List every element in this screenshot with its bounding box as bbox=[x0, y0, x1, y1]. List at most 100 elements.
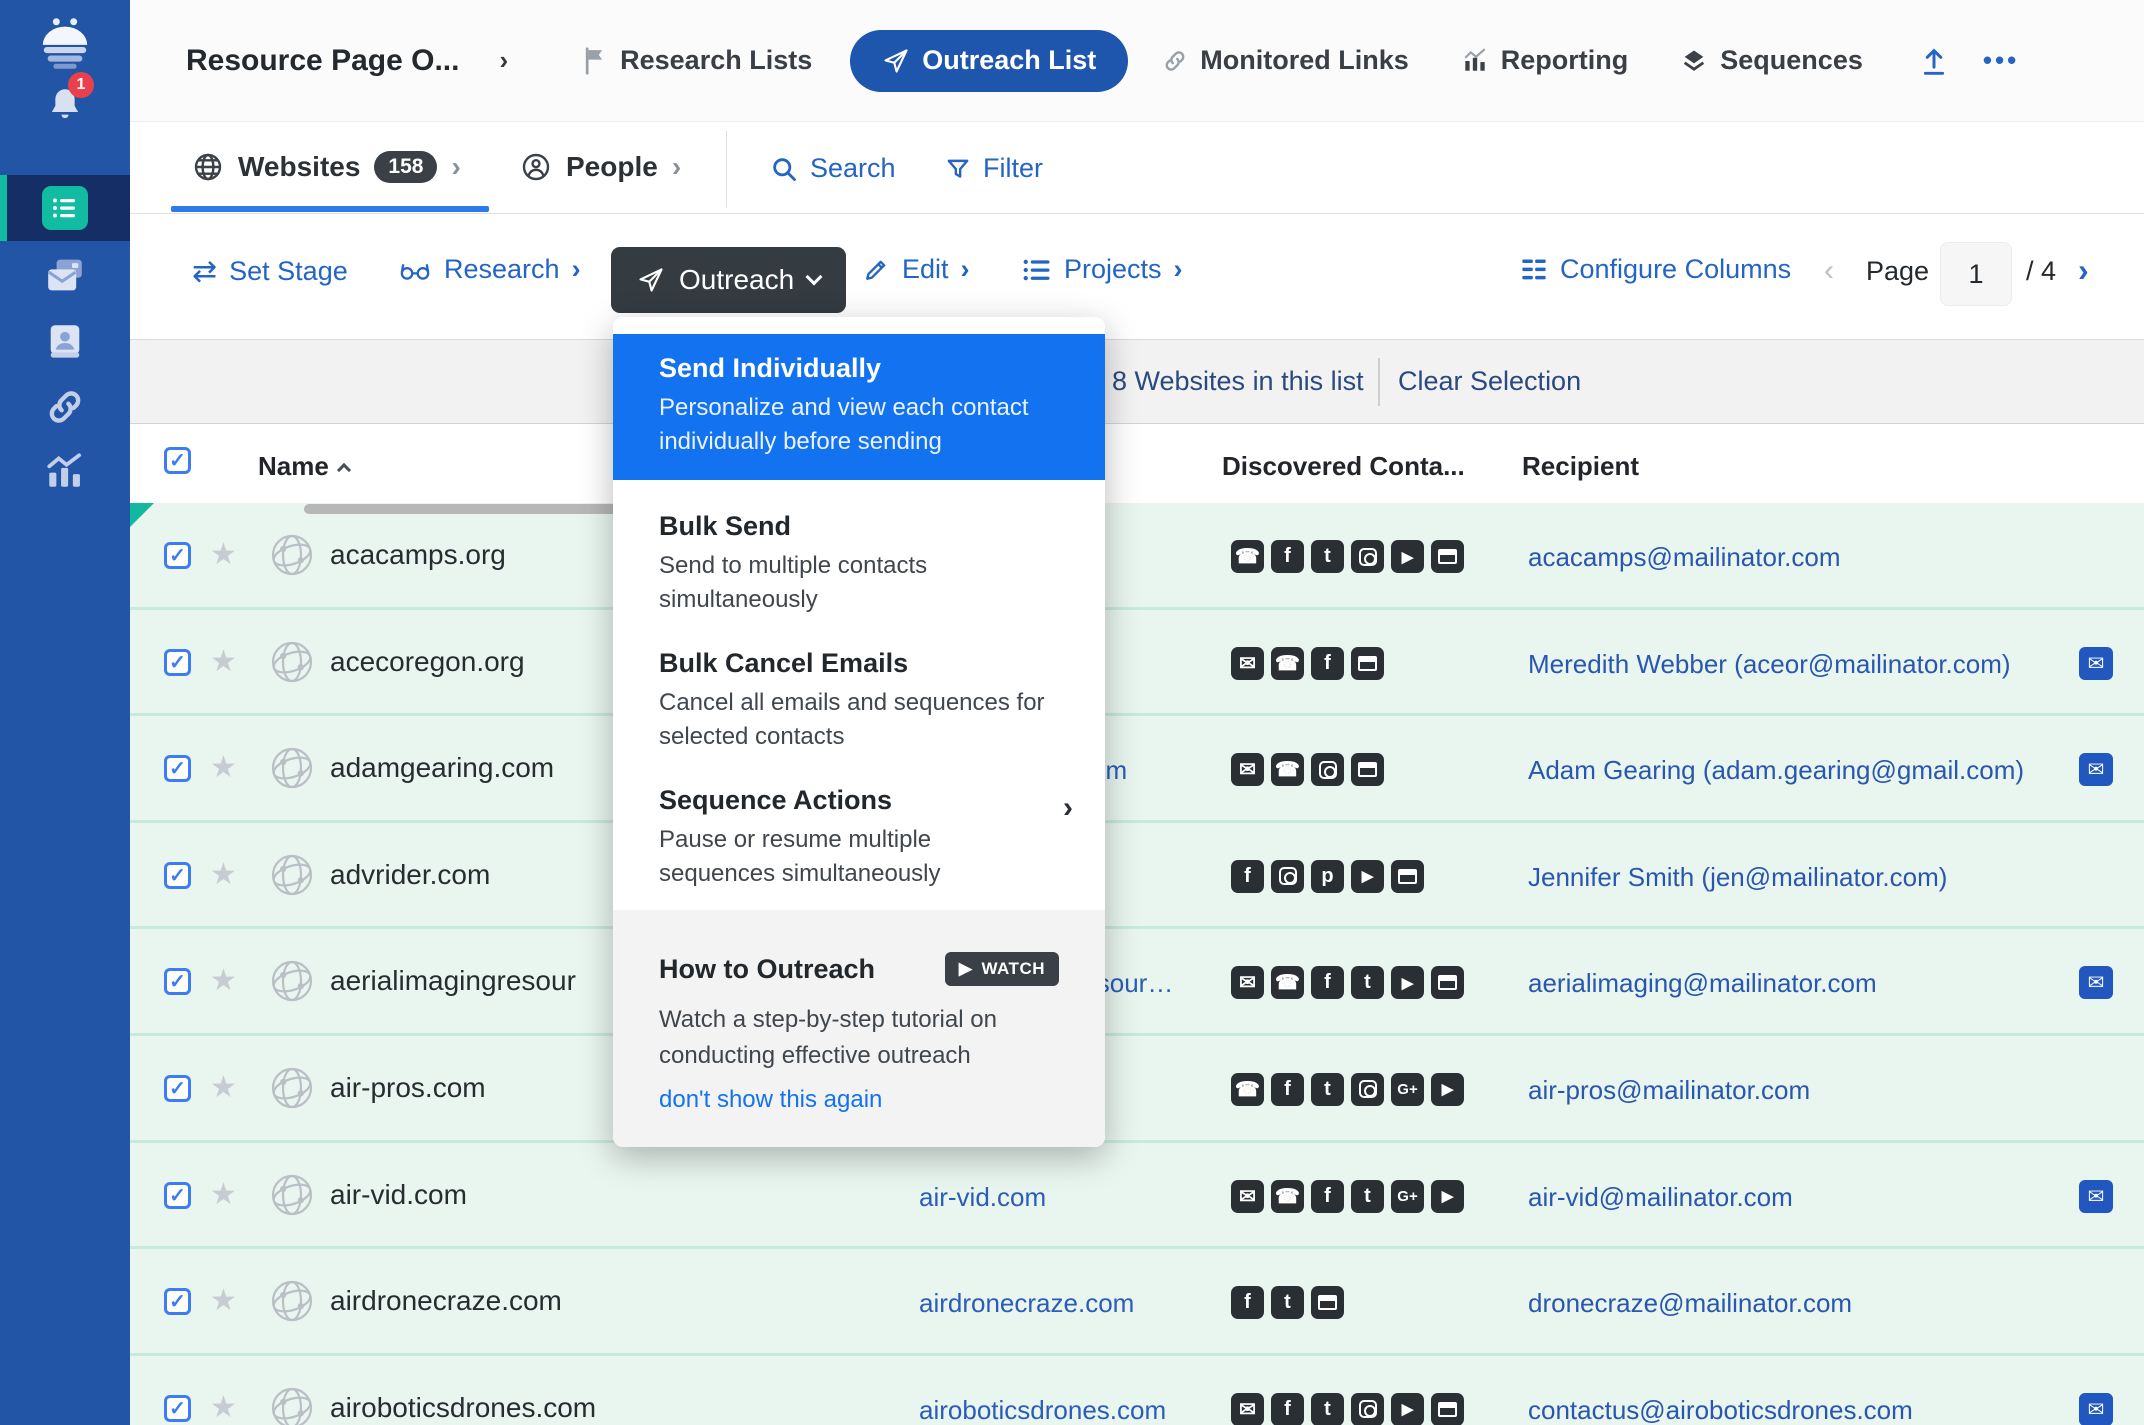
website-url-link[interactable]: air-vid.com bbox=[919, 1182, 1046, 1213]
page-prev-button[interactable]: ‹ bbox=[1824, 254, 1834, 288]
row-checkbox[interactable]: ✓ bbox=[164, 1182, 191, 1209]
menu-item-bulk-send[interactable]: Bulk Send Send to multiple contacts simu… bbox=[613, 511, 1105, 617]
window-icon[interactable] bbox=[1391, 860, 1424, 893]
recipient-link[interactable]: acacamps@mailinator.com bbox=[1528, 542, 1841, 573]
website-name[interactable]: acacamps.org bbox=[330, 539, 506, 571]
envelope-icon[interactable]: ✉ bbox=[2079, 966, 2113, 999]
star-icon[interactable]: ★ bbox=[210, 857, 237, 892]
phone-icon[interactable]: ☎ bbox=[1271, 1180, 1304, 1213]
select-all-checkbox[interactable]: ✓ bbox=[164, 447, 191, 474]
website-name[interactable]: air-vid.com bbox=[330, 1179, 467, 1211]
tab-people[interactable]: People › bbox=[520, 151, 681, 183]
star-icon[interactable]: ★ bbox=[210, 1177, 237, 1212]
table-row[interactable]: ✓★air-pros.com☎ftG+▶air-pros@mailinator.… bbox=[130, 1036, 2144, 1143]
tab-research-lists[interactable]: Research Lists bbox=[580, 45, 812, 76]
instagram-icon[interactable] bbox=[1271, 860, 1304, 893]
table-row[interactable]: ✓★airdronecraze.comairdronecraze.comftdr… bbox=[130, 1249, 2144, 1356]
twitter-icon[interactable]: t bbox=[1351, 1180, 1384, 1213]
page-title[interactable]: Resource Page O... bbox=[186, 44, 459, 78]
facebook-icon[interactable]: f bbox=[1311, 647, 1344, 680]
youtube-icon[interactable]: ▶ bbox=[1391, 966, 1424, 999]
youtube-icon[interactable]: ▶ bbox=[1431, 1073, 1464, 1106]
menu-item-bulk-cancel-emails[interactable]: Bulk Cancel Emails Cancel all emails and… bbox=[613, 648, 1105, 754]
envelope-icon[interactable]: ✉ bbox=[2079, 1393, 2113, 1425]
recipient-link[interactable]: aerialimaging@mailinator.com bbox=[1528, 968, 1877, 999]
sidebar-item-contacts-icon[interactable] bbox=[0, 318, 130, 364]
table-row[interactable]: ✓★advrider.comfp▶Jennifer Smith (jen@mai… bbox=[130, 823, 2144, 930]
page-next-button[interactable]: › bbox=[2078, 252, 2089, 289]
dont-show-again-link[interactable]: don't show this again bbox=[659, 1086, 1059, 1114]
table-row[interactable]: ✓ ★ airoboticsdrones.com airoboticsdrones.c… bbox=[130, 1356, 2144, 1425]
column-header-name[interactable]: Name bbox=[258, 451, 349, 482]
website-name[interactable]: airoboticsdrones.com bbox=[330, 1392, 596, 1424]
star-icon[interactable]: ★ bbox=[210, 1283, 237, 1318]
star-icon[interactable]: ★ bbox=[210, 1390, 237, 1425]
sidebar-item-messages-icon[interactable] bbox=[0, 252, 130, 298]
instagram-icon[interactable] bbox=[1311, 753, 1344, 786]
mail-icon[interactable]: ✉ bbox=[1231, 1393, 1264, 1425]
mail-icon[interactable]: ✉ bbox=[1231, 647, 1264, 680]
envelope-icon[interactable]: ✉ bbox=[2079, 753, 2113, 786]
row-checkbox[interactable]: ✓ bbox=[164, 1395, 191, 1422]
website-name[interactable]: aerialimagingresour bbox=[330, 965, 576, 997]
table-row[interactable]: ✓★aerialimagingresouraerialimagingresour… bbox=[130, 929, 2144, 1036]
row-checkbox[interactable]: ✓ bbox=[164, 1075, 191, 1102]
envelope-icon[interactable]: ✉ bbox=[2079, 1180, 2113, 1213]
youtube-icon[interactable]: ▶ bbox=[1391, 1393, 1424, 1425]
phone-icon[interactable]: ☎ bbox=[1231, 1073, 1264, 1106]
website-url-link[interactable]: airoboticsdrones.com bbox=[919, 1395, 1166, 1425]
mail-icon[interactable]: ✉ bbox=[1231, 753, 1264, 786]
tab-outreach-list-active[interactable]: Outreach List bbox=[850, 30, 1128, 92]
select-all-link[interactable]: 8 Websites in this list bbox=[1112, 366, 1364, 397]
search-button[interactable]: Search bbox=[770, 153, 896, 184]
research-menu-button[interactable]: Research › bbox=[398, 254, 581, 285]
sidebar-item-reports-icon[interactable] bbox=[0, 448, 130, 494]
filter-button[interactable]: Filter bbox=[945, 153, 1043, 184]
recipient-link[interactable]: air-vid@mailinator.com bbox=[1528, 1182, 1793, 1213]
window-icon[interactable] bbox=[1431, 966, 1464, 999]
table-row[interactable]: ✓★air-vid.comair-vid.com✉☎ftG+▶air-vid@m… bbox=[130, 1143, 2144, 1250]
star-icon[interactable]: ★ bbox=[210, 1070, 237, 1105]
outreach-menu-button[interactable]: Outreach bbox=[611, 247, 846, 313]
page-number-input[interactable] bbox=[1940, 242, 2012, 306]
menu-item-send-individually[interactable]: Send Individually Personalize and view e… bbox=[613, 334, 1105, 480]
phone-icon[interactable]: ☎ bbox=[1271, 647, 1304, 680]
sidebar-item-links-icon[interactable] bbox=[0, 384, 130, 430]
recipient-link[interactable]: Adam Gearing (adam.gearing@gmail.com) bbox=[1528, 755, 2024, 786]
instagram-icon[interactable] bbox=[1351, 540, 1384, 573]
row-checkbox[interactable]: ✓ bbox=[164, 1288, 191, 1315]
phone-icon[interactable]: ☎ bbox=[1271, 966, 1304, 999]
envelope-icon[interactable]: ✉ bbox=[2079, 647, 2113, 680]
window-icon[interactable] bbox=[1431, 1393, 1464, 1425]
edit-menu-button[interactable]: Edit › bbox=[862, 254, 970, 285]
recipient-link[interactable]: Jennifer Smith (jen@mailinator.com) bbox=[1528, 862, 1947, 893]
notifications-bell-icon[interactable]: 1 bbox=[0, 82, 130, 128]
more-options-button[interactable]: ••• bbox=[1983, 45, 2019, 76]
tab-sequences[interactable]: Sequences bbox=[1680, 45, 1863, 76]
website-name[interactable]: airdronecraze.com bbox=[330, 1285, 562, 1317]
instagram-icon[interactable] bbox=[1351, 1073, 1384, 1106]
column-header-discovered-contacts[interactable]: Discovered Conta... bbox=[1222, 451, 1465, 482]
star-icon[interactable]: ★ bbox=[210, 750, 237, 785]
tab-websites-active[interactable]: Websites 158 › bbox=[192, 151, 461, 183]
website-name[interactable]: air-pros.com bbox=[330, 1072, 486, 1104]
configure-columns-button[interactable]: Configure Columns bbox=[1520, 254, 1791, 285]
star-icon[interactable]: ★ bbox=[210, 963, 237, 998]
window-icon[interactable] bbox=[1431, 540, 1464, 573]
window-icon[interactable] bbox=[1311, 1286, 1344, 1319]
website-url-link[interactable]: airdronecraze.com bbox=[919, 1288, 1134, 1319]
twitter-icon[interactable]: t bbox=[1271, 1286, 1304, 1319]
facebook-icon[interactable]: f bbox=[1311, 966, 1344, 999]
twitter-icon[interactable]: t bbox=[1311, 1393, 1344, 1425]
table-row[interactable]: ✓★adamgearing.comadamgearing.com✉☎Adam G… bbox=[130, 716, 2144, 823]
table-row[interactable]: ✓★acacamps.org☎ft▶acacamps@mailinator.co… bbox=[130, 503, 2144, 610]
recipient-link[interactable]: Meredith Webber (aceor@mailinator.com) bbox=[1528, 649, 2011, 680]
recipient-link[interactable]: contactus@airoboticsdrones.com bbox=[1528, 1395, 1913, 1425]
facebook-icon[interactable]: f bbox=[1271, 1073, 1304, 1106]
recipient-link[interactable]: air-pros@mailinator.com bbox=[1528, 1075, 1810, 1106]
pinterest-icon[interactable]: p bbox=[1311, 860, 1344, 893]
facebook-icon[interactable]: f bbox=[1231, 1286, 1264, 1319]
sidebar-item-lists-active[interactable] bbox=[0, 175, 130, 241]
row-checkbox[interactable]: ✓ bbox=[164, 968, 191, 995]
row-checkbox[interactable]: ✓ bbox=[164, 862, 191, 889]
